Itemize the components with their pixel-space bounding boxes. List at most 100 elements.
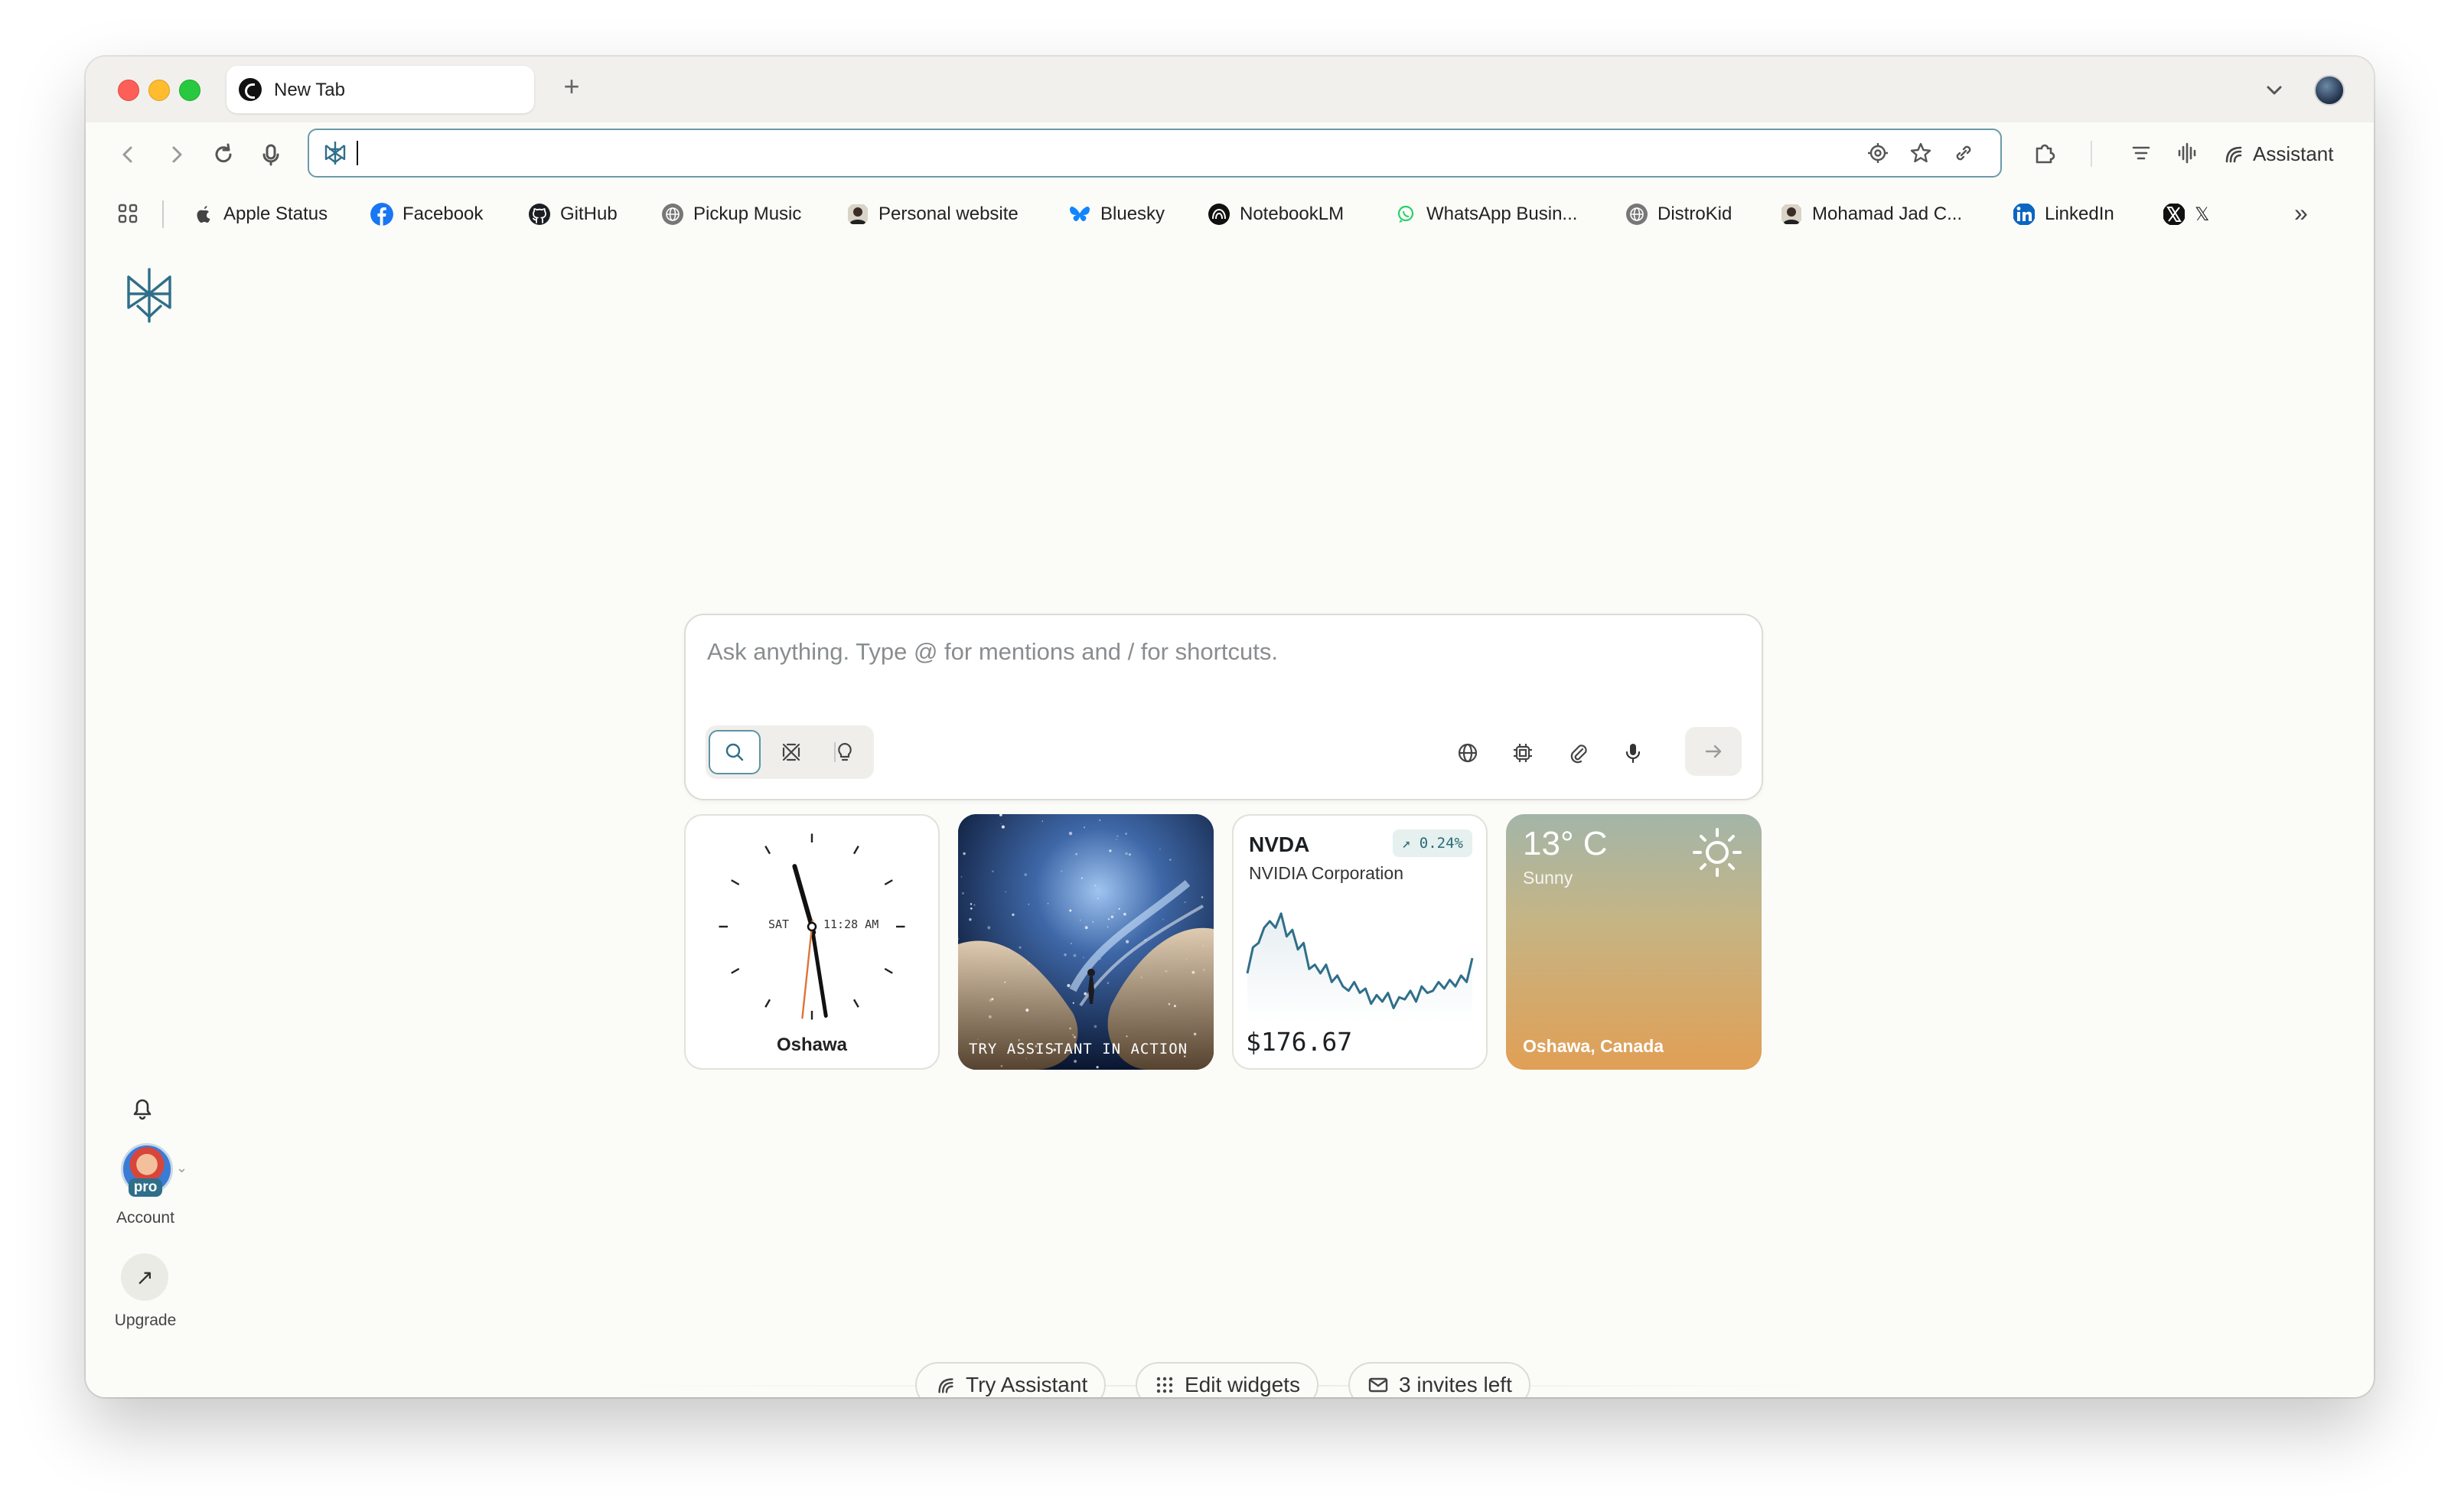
assistant-icon [938, 1378, 953, 1393]
try-assistant-button[interactable]: Try Assistant [915, 1362, 1107, 1397]
lightbulb-icon [838, 742, 852, 761]
star-particle [1084, 826, 1085, 829]
search-mode-button[interactable] [709, 730, 761, 774]
star-particle [1084, 926, 1088, 930]
clock-widget[interactable]: SAT 11:28 AM Oshawa [684, 814, 940, 1070]
star-particle [1165, 969, 1168, 973]
bookmark-apple-status[interactable]: Apple Status [191, 202, 328, 226]
link-icon[interactable] [1951, 141, 1976, 165]
weather-condition: Sunny [1523, 868, 1573, 888]
browser-tab[interactable]: New Tab [227, 66, 534, 113]
bookmark-label: Apple Status [223, 204, 328, 224]
bookmark-notebooklm[interactable]: NotebookLM [1208, 202, 1344, 226]
research-mode-button[interactable] [765, 730, 817, 774]
bookmark-whatsapp-business[interactable]: WhatsApp Busin... [1394, 202, 1577, 226]
star-bookmark-icon[interactable] [1908, 141, 1933, 165]
clock-tick [884, 967, 893, 974]
star-particle [1113, 911, 1115, 913]
try-assistant-label: Try Assistant [966, 1373, 1088, 1396]
bookmark-x[interactable]: 𝕏 [2163, 202, 2209, 226]
bookmark-mohamad-jad[interactable]: Mohamad Jad C... [1780, 202, 1962, 226]
perplexity-logo-icon [324, 142, 346, 165]
upgrade-button[interactable]: ↗ [121, 1253, 168, 1301]
star-particle [1028, 963, 1030, 965]
profile-icon[interactable] [2314, 75, 2345, 106]
second-hand [801, 919, 814, 1019]
chevron-down-icon[interactable]: ⌄ [176, 1160, 187, 1176]
assistant-promo-widget[interactable]: TRY ASSISTANT IN ACTION [958, 814, 1214, 1070]
globe-icon [1458, 743, 1478, 763]
model-select-button[interactable] [1508, 738, 1538, 768]
star-particle [991, 998, 994, 1001]
upgrade-label[interactable]: Upgrade [92, 1312, 199, 1330]
close-window-button[interactable] [118, 80, 139, 101]
star-particle [1028, 903, 1030, 905]
more-bookmarks-button[interactable]: » [2294, 199, 2308, 227]
clock-day: SAT [768, 917, 789, 931]
forward-button[interactable] [159, 138, 193, 171]
star-particle [1116, 835, 1119, 837]
edit-widgets-button[interactable]: Edit widgets [1136, 1362, 1319, 1397]
submit-button[interactable] [1685, 727, 1742, 776]
clock-tick [764, 999, 771, 1008]
text-caret [357, 141, 358, 165]
research-icon [782, 743, 800, 761]
envelope-icon [1368, 1377, 1388, 1393]
clock-tick [884, 879, 893, 886]
star-particle [1191, 970, 1195, 974]
stock-widget[interactable]: NVDA ↗ 0.24% NVIDIA Corporation $176.67 [1232, 814, 1488, 1070]
star-particle [1096, 1066, 1099, 1069]
bookmark-distrokid[interactable]: DistroKid [1625, 202, 1732, 226]
perplexity-logo-icon[interactable] [122, 266, 176, 324]
star-particle [961, 891, 964, 895]
promo-caption: TRY ASSISTANT IN ACTION [969, 1041, 1188, 1057]
arrow-left-icon [122, 146, 132, 163]
bookmark-label: Facebook [403, 204, 484, 224]
voice-search-button[interactable] [254, 138, 288, 171]
star-particle [1000, 823, 1002, 825]
bookmark-label: Personal website [878, 204, 1019, 224]
notebooklm-icon [1208, 204, 1230, 225]
reload-button[interactable] [207, 138, 240, 171]
new-tab-button[interactable]: + [554, 69, 589, 104]
reading-list-icon[interactable] [2126, 138, 2156, 168]
star-particle [1001, 825, 1005, 829]
assistant-icon [2225, 146, 2242, 163]
minimize-window-button[interactable] [148, 80, 170, 101]
extensions-icon[interactable] [2029, 138, 2060, 168]
site-settings-icon[interactable] [1866, 141, 1890, 165]
invites-button[interactable]: 3 invites left [1348, 1362, 1530, 1397]
star-particle [1184, 901, 1186, 904]
bookmark-bluesky[interactable]: Bluesky [1068, 202, 1165, 226]
attach-button[interactable] [1563, 738, 1593, 768]
audio-waveform-icon[interactable] [2172, 138, 2202, 168]
cosmic-promo-image [958, 814, 1214, 1070]
bookmark-label: 𝕏 [2195, 204, 2210, 225]
back-button[interactable] [112, 138, 145, 171]
star-particle [1140, 976, 1142, 979]
bookmark-facebook[interactable]: Facebook [370, 202, 483, 226]
bookmark-pickup-music[interactable]: Pickup Music [661, 202, 801, 226]
account-label[interactable]: Account [92, 1209, 199, 1227]
bookmark-linkedin[interactable]: LinkedIn [2013, 202, 2114, 226]
bookmark-personal-website[interactable]: Personal website [846, 202, 1019, 226]
chevron-down-icon[interactable] [2259, 75, 2290, 106]
address-input[interactable] [363, 138, 1820, 168]
sources-button[interactable] [1452, 738, 1483, 768]
clock-tick [731, 967, 740, 974]
bookmark-github[interactable]: GitHub [528, 202, 618, 226]
apps-grid-icon[interactable] [116, 202, 139, 225]
perplexity-favicon-icon [239, 78, 262, 101]
maximize-window-button[interactable] [179, 80, 200, 101]
labs-mode-button[interactable] [819, 730, 871, 774]
dictation-button[interactable] [1618, 738, 1648, 768]
person-icon [1781, 204, 1801, 224]
notifications-bell-icon[interactable] [125, 1091, 159, 1125]
star-particle [1118, 908, 1120, 910]
ask-box[interactable]: Ask anything. Type @ for mentions and / … [684, 614, 1763, 800]
weather-widget[interactable]: 13° C Sunny Oshawa, Canada [1506, 814, 1762, 1070]
assistant-button[interactable]: Assistant [2221, 135, 2334, 173]
star-particle [1004, 981, 1006, 983]
address-bar[interactable] [308, 129, 2002, 178]
search-placeholder[interactable]: Ask anything. Type @ for mentions and / … [707, 638, 1278, 666]
